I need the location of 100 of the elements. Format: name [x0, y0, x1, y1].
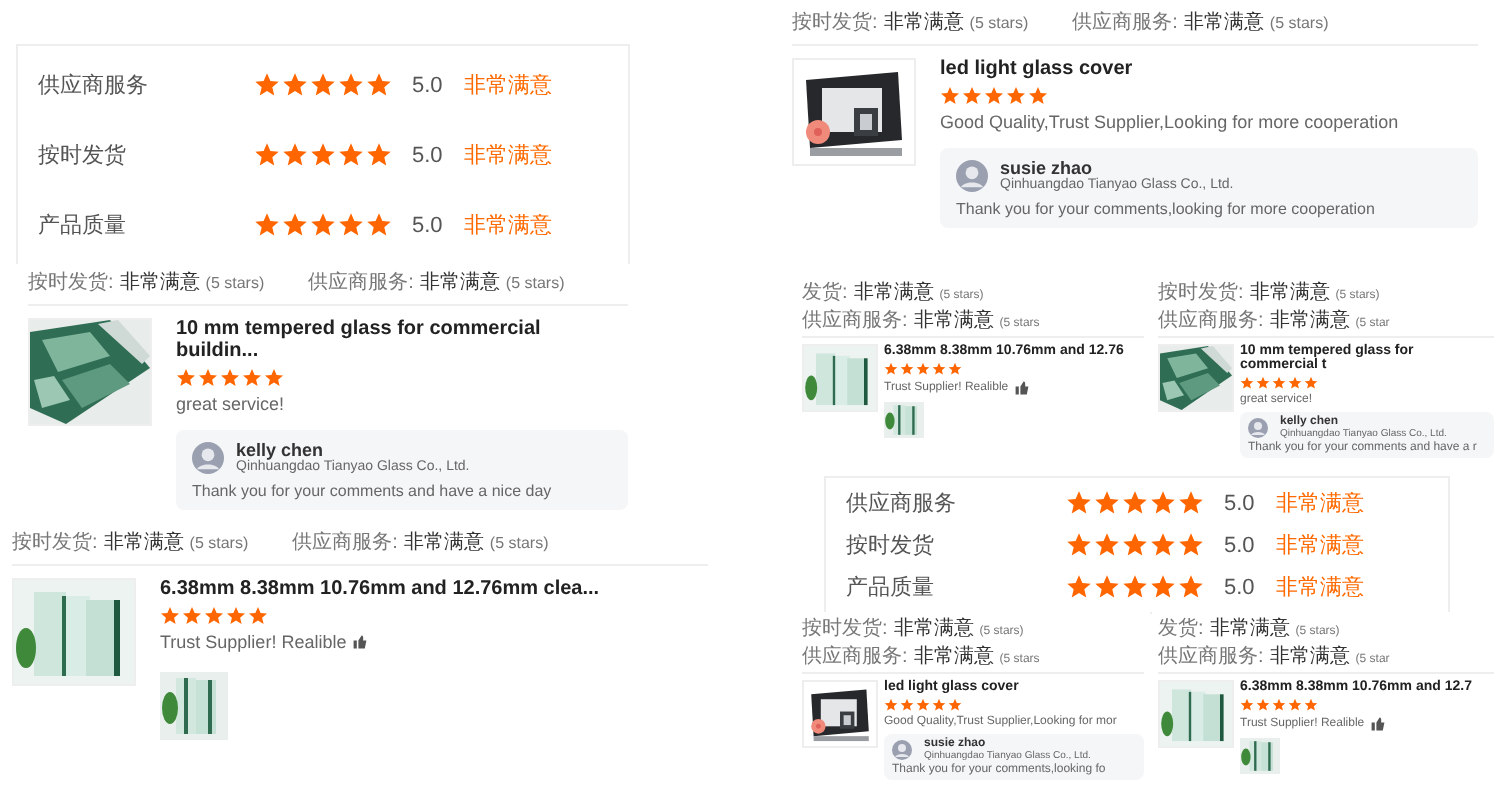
meta-value: 非常满意 [419, 269, 500, 296]
star-icon [182, 606, 202, 626]
star-icon [1150, 490, 1176, 516]
star-icon [160, 606, 180, 626]
meta-value: 非常满意 [1183, 9, 1264, 36]
star-icon [310, 212, 336, 238]
star-icon [962, 86, 982, 106]
rating-label: 产品质量 [38, 211, 128, 240]
star-icon [366, 142, 392, 168]
star-icon [264, 368, 284, 388]
meta-label: 供应商服务: [1158, 307, 1264, 334]
star-icon [1178, 532, 1204, 558]
avatar-icon [892, 740, 912, 760]
rating-verdict: 非常满意 [1276, 490, 1364, 518]
star-icon [940, 86, 960, 106]
meta-value: 非常满意 [1269, 643, 1350, 670]
rating-score: 5.0 [1224, 491, 1257, 515]
rating-verdict: 非常满意 [464, 142, 552, 170]
meta-note: (5 stars) [189, 534, 249, 552]
meta-label: 供应商服务: [1158, 643, 1264, 670]
meta-label: 供应商服务: [1072, 9, 1178, 36]
meta-label: 发货: [1158, 616, 1204, 642]
star-icon [338, 212, 364, 238]
meta-label: 供应商服务: [802, 307, 908, 334]
star-icon [366, 72, 392, 98]
star-icon [198, 368, 218, 388]
meta-label: 供应商服务: [292, 529, 398, 556]
meta-label: 按时发货: [1158, 279, 1244, 306]
rating-label: 按时发货 [846, 532, 936, 560]
star-icon [242, 368, 262, 388]
star-icon [176, 368, 196, 388]
product-title[interactable]: 10 mm tempered glass for commercial buildin... [176, 318, 628, 362]
star-icon [1178, 490, 1204, 516]
star-icon [282, 212, 308, 238]
star-icon [310, 72, 336, 98]
product-title[interactable]: led light glass cover [940, 58, 1478, 80]
meta-label: 按时发货: [12, 529, 98, 556]
meta-value: 非常满意 [1269, 307, 1350, 334]
review-comment: Trust Supplier! Realible [160, 632, 347, 652]
rating-label: 供应商服务 [38, 71, 150, 100]
star-icon [1094, 490, 1120, 516]
thumbs-up-icon [1014, 380, 1031, 396]
rating-score: 5.0 [1224, 575, 1257, 599]
star-icon [204, 606, 224, 626]
meta-label: 按时发货: [802, 615, 888, 642]
star-icon [254, 142, 280, 168]
meta-value: 非常满意 [1249, 279, 1330, 306]
rating-score: 5.0 [412, 143, 445, 167]
reply-text: Thank you for your comments,looking for more cooperation [956, 200, 1377, 218]
meta-value: 非常满意 [103, 529, 184, 556]
star-icon [984, 86, 1004, 106]
meta-label: 按时发货: [28, 269, 114, 296]
meta-value: 非常满意 [1209, 615, 1290, 642]
star-icon [1122, 532, 1148, 558]
rating-verdict: 非常满意 [1276, 574, 1364, 602]
reply-author: susie zhao [1000, 158, 1093, 178]
meta-value: 非常满意 [913, 643, 994, 670]
meta-label: 供应商服务: [308, 269, 414, 296]
avatar-icon [956, 159, 988, 191]
rating-label: 按时发货 [38, 142, 128, 170]
star-icon [282, 72, 308, 98]
rating-verdict: 非常满意 [464, 72, 552, 100]
star-icon [1028, 86, 1048, 106]
meta-label: 按时发货: [792, 9, 878, 36]
star-icon [1006, 86, 1026, 106]
star-icon [1178, 574, 1204, 600]
review-comment: Good Quality,Trust Supplier,Looking for more cooperation [940, 112, 1399, 132]
meta-note: (5 stars) [489, 534, 549, 552]
star-icon [1122, 574, 1148, 600]
star-icon [1094, 574, 1120, 600]
meta-value: 非常满意 [853, 279, 934, 306]
star-icon [310, 142, 336, 168]
thumbs-up-icon [1370, 716, 1387, 732]
star-icon [1066, 532, 1092, 558]
rating-score: 5.0 [1224, 533, 1257, 557]
rating-verdict: 非常满意 [1276, 532, 1364, 560]
star-icon [1150, 532, 1176, 558]
star-icon [1066, 490, 1092, 516]
star-icon [226, 606, 246, 626]
meta-note: (5 stars) [969, 14, 1029, 32]
meta-note: (5 stars) [1269, 14, 1329, 32]
star-icon [282, 142, 308, 168]
star-icon [1122, 490, 1148, 516]
star-icon [1150, 574, 1176, 600]
reply-text: Thank you for your comments and have a nice day [192, 482, 554, 500]
reply-author: kelly chen [236, 440, 324, 460]
meta-value: 非常满意 [403, 529, 484, 556]
star-icon [1066, 574, 1092, 600]
star-icon [254, 72, 280, 98]
star-icon [1094, 532, 1120, 558]
rating-score: 5.0 [412, 73, 445, 97]
star-icon [366, 212, 392, 238]
meta-label: 供应商服务: [802, 643, 908, 670]
star-icon [338, 142, 364, 168]
meta-note: (5 stars) [205, 274, 265, 292]
star-icon [220, 368, 240, 388]
meta-value: 非常满意 [119, 269, 200, 296]
product-title[interactable]: 6.38mm 8.38mm 10.76mm and 12.76mm clea... [160, 578, 708, 600]
rating-verdict: 非常满意 [464, 212, 552, 240]
meta-value: 非常满意 [913, 307, 994, 334]
